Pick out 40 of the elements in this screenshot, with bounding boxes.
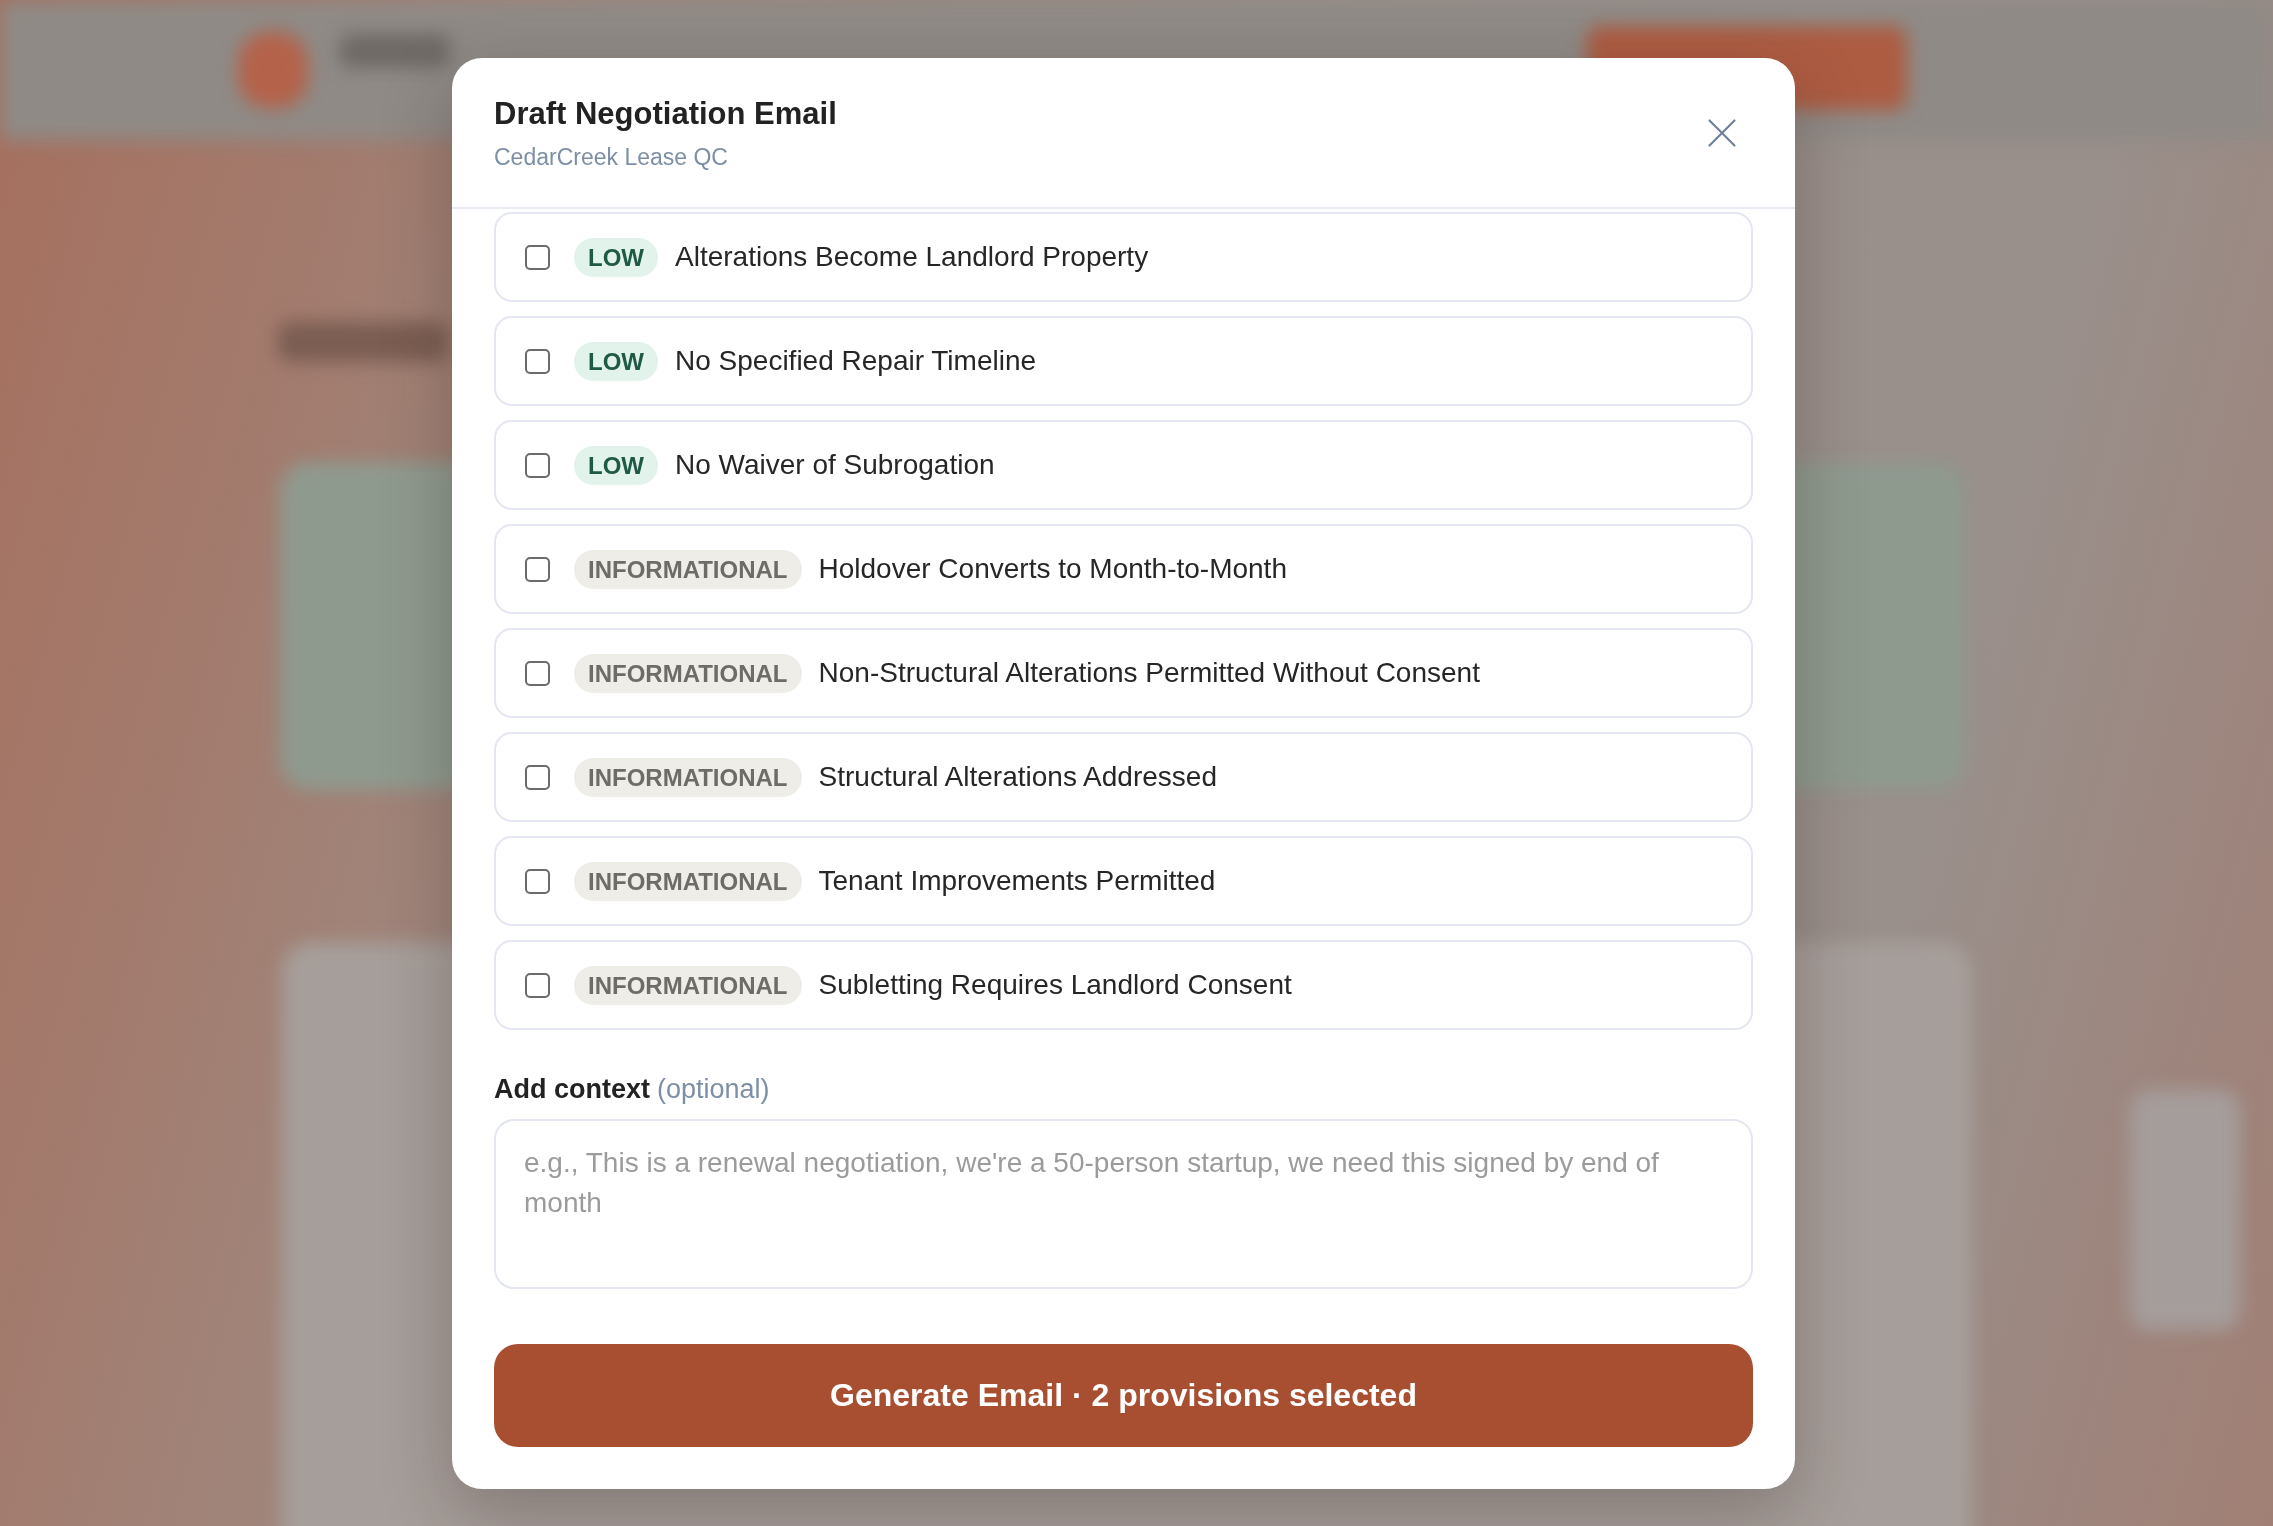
dialog-subtitle: CedarCreek Lease QC (494, 143, 729, 172)
provision-title: Structural Alterations Addressed (818, 761, 1217, 793)
provision-title: Alterations Become Landlord Property (675, 241, 1149, 273)
context-field[interactable]: e.g., This is a renewal negotiation, we're a 50-person startup, we need this signed by end of month (494, 1119, 1753, 1289)
dialog-title: Draft Negotiation Email (494, 95, 837, 133)
provision-row[interactable]: LOW No Specified Repair Timeline (494, 316, 1753, 406)
provision-title: Tenant Improvements Permitted (818, 865, 1216, 897)
provision-row[interactable]: LOW No Waiver of Subrogation (494, 420, 1753, 510)
checkbox[interactable] (525, 244, 550, 270)
close-icon (1707, 118, 1737, 148)
checkbox[interactable] (525, 556, 550, 582)
provision-row[interactable]: LOW Alterations Become Landlord Property (494, 212, 1753, 302)
context-label: Add context (494, 1074, 650, 1104)
severity-badge: INFORMATIONAL (574, 861, 802, 901)
severity-badge: INFORMATIONAL (574, 965, 802, 1005)
severity-badge: LOW (574, 341, 658, 381)
severity-badge: LOW (574, 445, 658, 485)
checkbox[interactable] (525, 452, 550, 478)
provision-title: No Specified Repair Timeline (675, 345, 1037, 377)
provision-title: Holdover Converts to Month-to-Month (818, 553, 1287, 585)
checkbox[interactable] (525, 764, 550, 790)
checkbox[interactable] (525, 972, 550, 998)
provision-row[interactable]: INFORMATIONAL Non-Structural Alterations Permitted Without Consent (494, 628, 1753, 718)
checkbox[interactable] (525, 348, 550, 374)
provision-row[interactable]: INFORMATIONAL Structural Alterations Addressed (494, 732, 1753, 822)
checkbox[interactable] (525, 868, 550, 894)
provision-title: No Waiver of Subrogation (675, 449, 995, 481)
optional-hint: (optional) (657, 1074, 770, 1104)
provision-row[interactable]: INFORMATIONAL Holdover Converts to Month-to-Month (494, 524, 1753, 614)
generate-email-button[interactable]: Generate Email · 2 provisions selected (494, 1344, 1753, 1447)
severity-badge: INFORMATIONAL (574, 757, 802, 797)
provision-title: Subletting Requires Landlord Consent (818, 969, 1292, 1001)
provision-title: Non-Structural Alterations Permitted Without Consent (818, 657, 1480, 689)
close-button[interactable] (1707, 118, 1737, 148)
severity-badge: LOW (574, 237, 658, 277)
severity-badge: INFORMATIONAL (574, 653, 802, 693)
severity-badge: INFORMATIONAL (574, 549, 802, 589)
checkbox[interactable] (525, 660, 550, 686)
provision-row[interactable]: INFORMATIONAL Tenant Improvements Permitted (494, 836, 1753, 926)
provision-row[interactable]: INFORMATIONAL Subletting Requires Landlord Consent (494, 940, 1753, 1030)
